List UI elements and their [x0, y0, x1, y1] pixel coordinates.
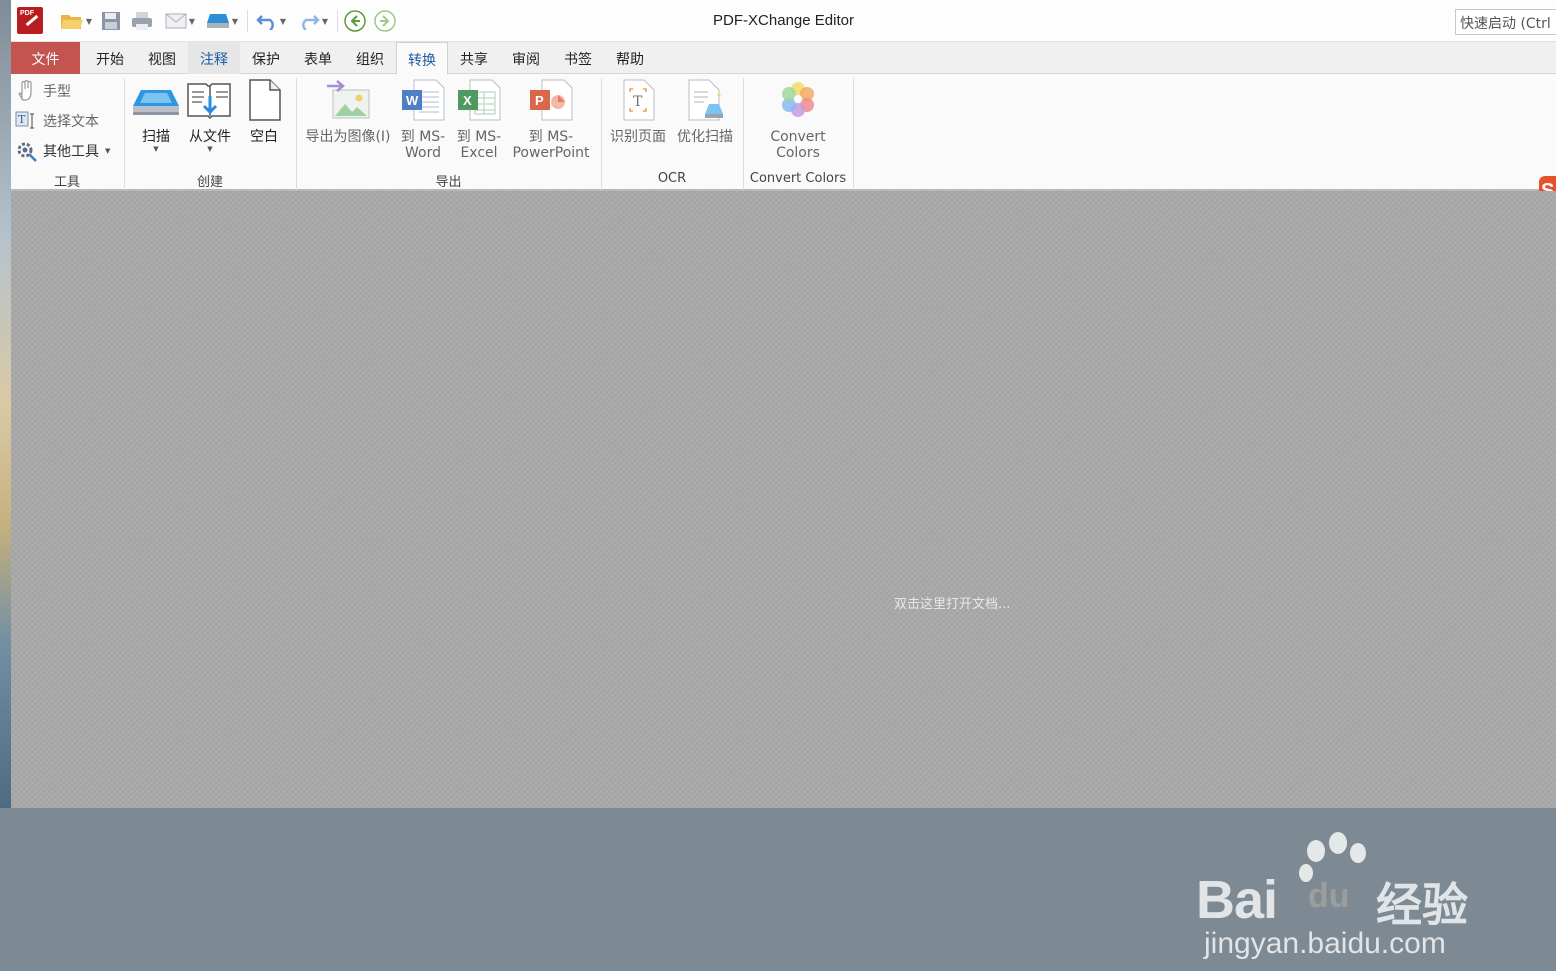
- svg-text:T: T: [18, 113, 26, 126]
- scan-label: 扫描: [142, 129, 170, 145]
- convert-colors-label-1: Convert: [770, 129, 826, 145]
- watermark-cn: 经验: [1376, 878, 1468, 932]
- export-image-icon: [327, 80, 370, 119]
- other-tools-button[interactable]: 其他工具 ▼: [15, 139, 110, 163]
- watermark-brand: Bai: [1196, 870, 1278, 930]
- other-tools-icon: [17, 142, 37, 162]
- tab-organize[interactable]: 组织: [344, 42, 396, 74]
- from-file-label: 从文件: [189, 129, 231, 145]
- select-text-icon: T: [15, 111, 34, 129]
- svg-text:P: P: [535, 93, 544, 108]
- tab-bookmarks[interactable]: 书签: [552, 42, 604, 74]
- word-icon: W: [402, 79, 445, 121]
- excel-icon: X: [458, 79, 501, 121]
- svg-text:T: T: [633, 94, 643, 110]
- to-word-label-2: Word: [405, 145, 441, 161]
- export-image-button[interactable]: 导出为图像(I): [301, 78, 395, 145]
- tab-protect[interactable]: 保护: [240, 42, 292, 74]
- blank-label: 空白: [250, 129, 278, 145]
- powerpoint-icon: P: [530, 79, 573, 121]
- baidu-jingyan-watermark: Bai du 经验 jingyan.baidu.com: [1196, 831, 1486, 971]
- to-excel-label-1: 到 MS-: [456, 129, 502, 145]
- recognize-page-label: 识别页面: [610, 129, 666, 145]
- svg-text:X: X: [463, 93, 472, 108]
- ocr-page-icon: T: [623, 79, 655, 121]
- chevron-down-icon: ▼: [153, 145, 159, 153]
- select-text-label: 选择文本: [43, 114, 99, 130]
- desktop-background: [0, 0, 11, 808]
- to-word-label-1: 到 MS-: [400, 129, 446, 145]
- group-label-ocr: OCR: [657, 171, 687, 186]
- color-wheel-icon: [782, 82, 814, 117]
- chevron-down-icon: ▼: [207, 145, 213, 153]
- scan-button[interactable]: 扫描 ▼: [129, 78, 183, 153]
- group-label-convert-colors: Convert Colors: [749, 171, 847, 186]
- ribbon-tab-bar: 文件 开始 视图 注释 保护 表单 组织 转换 共享 审阅 书签 帮助: [11, 42, 1556, 75]
- blank-button[interactable]: 空白: [239, 78, 289, 145]
- group-label-create: 创建: [196, 175, 223, 190]
- recognize-page-button[interactable]: T 识别页面: [607, 78, 669, 145]
- hand-tool-label: 手型: [43, 84, 71, 100]
- quick-launch-input[interactable]: 快速启动 (Ctrl: [1455, 9, 1556, 35]
- chevron-down-icon: ▼: [105, 147, 111, 155]
- group-label-export: 导出: [435, 175, 462, 190]
- hand-icon: [18, 80, 32, 101]
- other-tools-label: 其他工具: [43, 144, 99, 160]
- tab-convert[interactable]: 转换: [396, 42, 448, 75]
- tab-comment[interactable]: 注释: [188, 42, 240, 74]
- tab-file[interactable]: 文件: [11, 42, 80, 74]
- to-powerpoint-label-1: 到 MS-: [528, 129, 574, 145]
- ribbon-panel: 手型 T 选择文本 其他工具 ▼ 工具 扫描 ▼ 从文件 ▼ 空白 创建 导出为…: [11, 74, 1556, 210]
- to-powerpoint-button[interactable]: P 到 MS- PowerPoint: [507, 78, 595, 161]
- window-title: PDF-XChange Editor: [713, 12, 854, 29]
- document-area[interactable]: 双击这里打开文档... Bai du 经验 jingyan.baidu.com: [11, 191, 1556, 960]
- title-bar: PDF ▼ ▼ ▼ ▼ ▼ PDF-XChange Editor 快速启动 (C…: [11, 0, 1556, 42]
- group-divider: [853, 78, 854, 190]
- export-image-label: 导出为图像(I): [305, 129, 391, 145]
- from-file-icon: [187, 83, 231, 120]
- tab-view[interactable]: 视图: [136, 42, 188, 74]
- hand-tool-button[interactable]: 手型: [15, 79, 71, 103]
- tab-share[interactable]: 共享: [448, 42, 500, 74]
- convert-colors-label-2: Colors: [776, 145, 820, 161]
- scanner-icon: [133, 90, 179, 115]
- svg-text:W: W: [406, 93, 419, 108]
- to-excel-label-2: Excel: [460, 145, 498, 161]
- blank-page-icon: [249, 79, 281, 121]
- optimize-scan-icon: [688, 79, 723, 121]
- app-window: PDF ▼ ▼ ▼ ▼ ▼ PDF-XChange Editor 快速启动 (C…: [11, 0, 1556, 960]
- tab-help[interactable]: 帮助: [604, 42, 656, 74]
- optimize-scan-label: 优化扫描: [677, 129, 733, 145]
- to-powerpoint-label-2: PowerPoint: [512, 145, 590, 161]
- convert-colors-button[interactable]: Convert Colors: [757, 78, 839, 161]
- watermark-brand-du: du: [1308, 877, 1350, 915]
- tab-review[interactable]: 审阅: [500, 42, 552, 74]
- to-word-button[interactable]: W 到 MS- Word: [395, 78, 451, 161]
- optimize-scan-button[interactable]: 优化扫描: [671, 78, 739, 145]
- to-excel-button[interactable]: X 到 MS- Excel: [451, 78, 507, 161]
- tab-form[interactable]: 表单: [292, 42, 344, 74]
- watermark-url: jingyan.baidu.com: [1204, 927, 1446, 960]
- select-text-button[interactable]: T 选择文本: [15, 109, 99, 133]
- group-label-tools: 工具: [53, 175, 80, 190]
- open-document-hint[interactable]: 双击这里打开文档...: [894, 593, 1010, 612]
- tab-home[interactable]: 开始: [84, 42, 136, 74]
- from-file-button[interactable]: 从文件 ▼: [183, 78, 237, 153]
